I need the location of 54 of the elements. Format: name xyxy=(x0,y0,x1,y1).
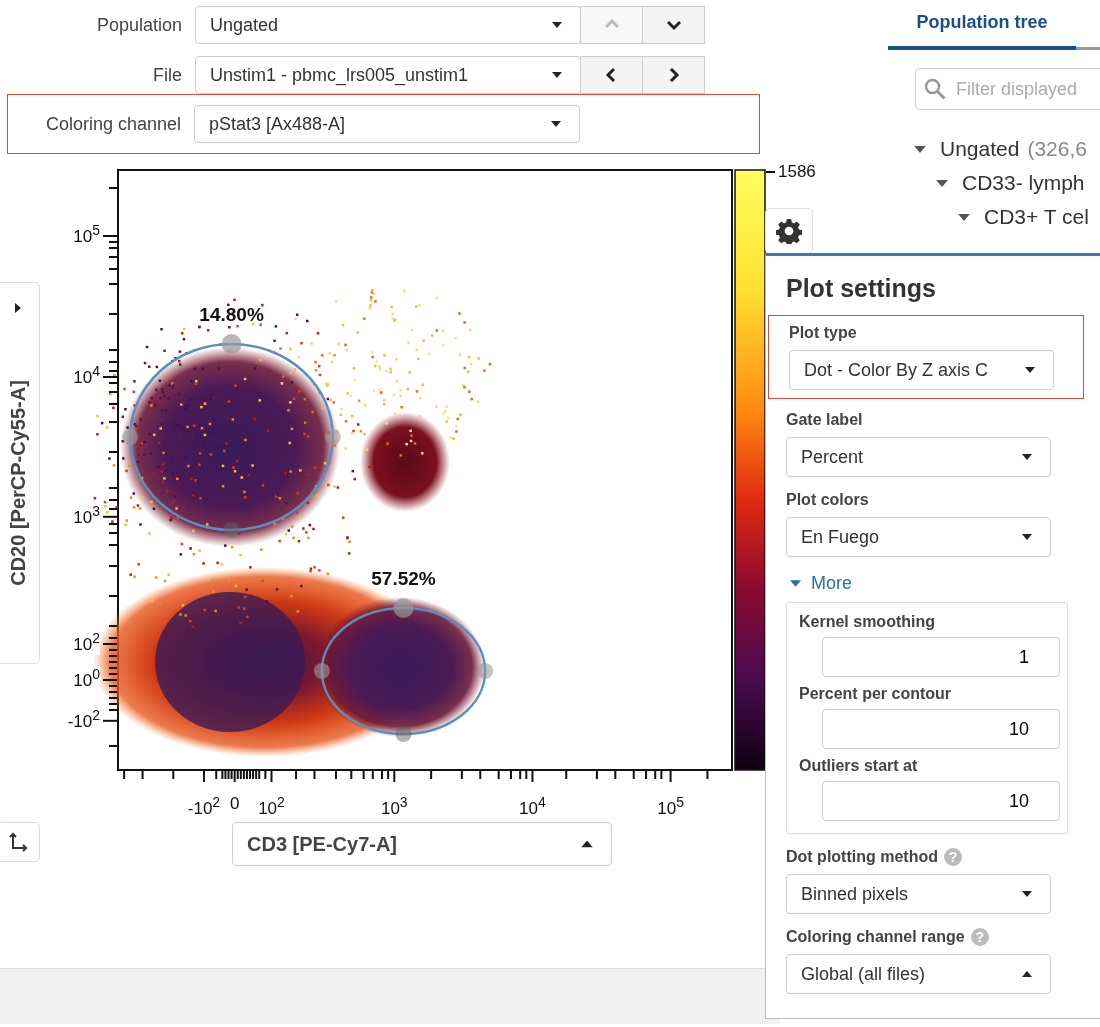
tick-label: 10$^{2}$ xyxy=(258,794,285,819)
x-axis-selector[interactable]: CD3 [PE-Cy7-A] xyxy=(232,822,612,866)
settings-button[interactable] xyxy=(765,208,813,254)
field-label: Plot colors xyxy=(786,491,869,509)
population-tree-tab[interactable]: Population tree xyxy=(888,10,1076,50)
tick-label: 10$^{2}$ xyxy=(73,630,100,655)
dropdown[interactable]: pStat3 [Ax488-A] xyxy=(194,105,580,143)
more-toggle[interactable]: More xyxy=(786,573,852,594)
tick-mark xyxy=(765,171,776,173)
field-label: Coloring channel xyxy=(44,113,182,135)
scale-max-label: 1586 xyxy=(778,162,816,182)
gate-label: 57.52% xyxy=(371,568,436,590)
field-label: Population xyxy=(95,14,183,36)
dropdown[interactable]: Binned pixels xyxy=(786,874,1051,914)
tick-label: 10$^{4}$ xyxy=(519,794,546,819)
nav-button[interactable] xyxy=(642,56,705,94)
dropdown[interactable]: Unstim1 - pbmc_lrs005_unstim1 xyxy=(195,56,581,94)
caret-icon xyxy=(15,303,21,313)
field-label: Plot type xyxy=(789,324,857,342)
number-field[interactable]: 1 xyxy=(822,637,1060,677)
number-field[interactable]: 10 xyxy=(822,709,1060,749)
field-label: Outliers start at xyxy=(799,757,918,775)
field-label: Coloring channel range xyxy=(786,928,965,946)
settings-icon xyxy=(776,218,802,244)
tree-item[interactable]: CD3+ T cel xyxy=(958,200,1100,234)
caret-icon xyxy=(552,72,562,78)
tick-label: 10$^{5}$ xyxy=(657,794,684,819)
tick-label: 10$^{3}$ xyxy=(380,794,408,819)
tick-label: -10$^{2}$ xyxy=(187,794,221,819)
tick-label: 0 xyxy=(229,794,240,814)
field-label: Kernel smoothing xyxy=(799,613,935,631)
tree-item[interactable]: Ungated (326,6 xyxy=(914,132,1100,166)
swap-axes-button[interactable] xyxy=(0,822,40,862)
field-label: Dot plotting method xyxy=(786,848,938,866)
swap-axes-icon xyxy=(8,832,28,852)
field-label: Percent per contour xyxy=(799,685,952,703)
y-axis-selector[interactable]: CD20 [PerCP-Cy55-A] xyxy=(0,282,40,664)
filter-field[interactable]: Filter displayed xyxy=(915,68,1100,110)
caret-icon xyxy=(552,22,562,28)
caret-icon xyxy=(551,121,561,127)
nav-button[interactable] xyxy=(580,56,643,94)
panel-title: Plot settings xyxy=(786,274,937,303)
dropdown[interactable]: En Fuego xyxy=(786,517,1051,557)
dropdown[interactable]: Global (all files) xyxy=(786,954,1051,994)
search-icon xyxy=(923,77,947,101)
nav-button[interactable] xyxy=(642,6,705,44)
tree-item[interactable]: CD33- lymph xyxy=(936,166,1100,200)
dropdown[interactable]: Ungated xyxy=(195,6,581,44)
field-label: Gate label xyxy=(786,411,863,429)
dropdown[interactable]: Percent xyxy=(786,437,1051,477)
dropdown[interactable]: Dot - Color By Z axis C xyxy=(789,350,1054,390)
field-label: File xyxy=(152,64,183,86)
number-field[interactable]: 10 xyxy=(822,781,1060,821)
gate-label: 14.80% xyxy=(199,304,264,326)
